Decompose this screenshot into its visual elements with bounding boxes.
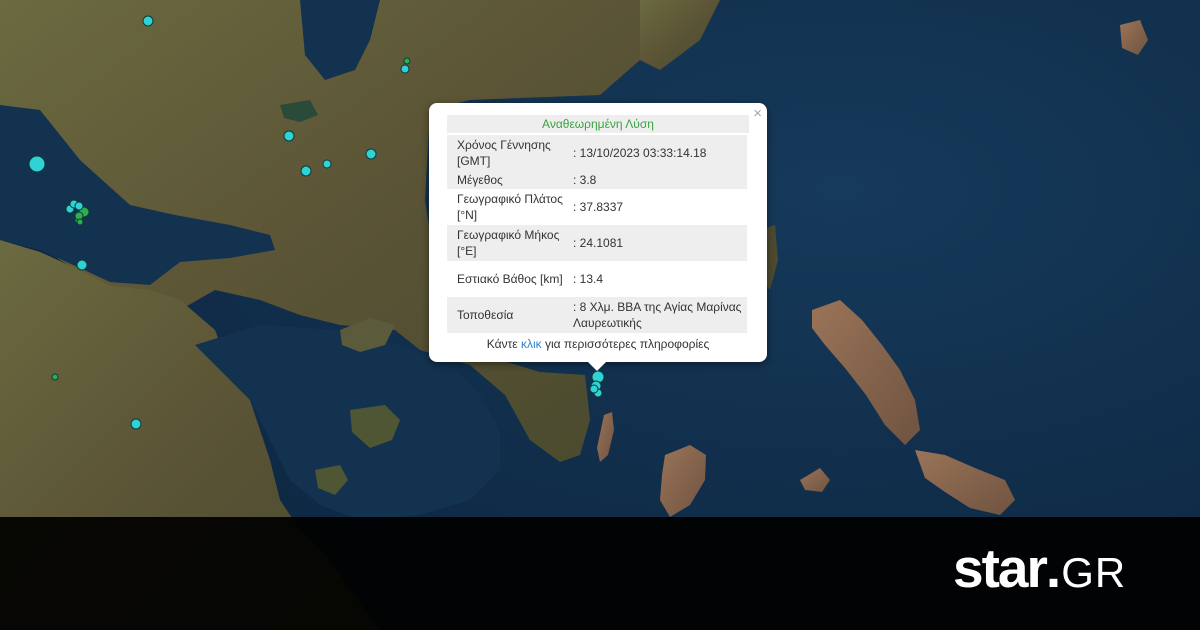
row-value: : 8 Χλμ. ΒΒΑ της Αγίας Μαρίνας Λαυρεωτικ…	[563, 297, 747, 333]
row-label: Εστιακό Βάθος [km]	[457, 272, 563, 286]
row-label: Μέγεθος	[447, 171, 563, 189]
star-gr-logo: star. GR	[953, 538, 1126, 598]
table-row: Γεωγραφικό Πλάτος [°N] : 37.8337	[447, 189, 747, 225]
row-label: Γεωγραφικό Μήκος [°E]	[447, 225, 563, 261]
row-label: Τοποθεσία	[447, 297, 563, 333]
row-label: Χρόνος Γέννησης [GMT]	[447, 135, 563, 171]
row-value: : 13.4	[573, 272, 604, 286]
earthquake-marker[interactable]	[142, 15, 154, 27]
earthquake-marker[interactable]	[403, 57, 411, 65]
table-row: Γεωγραφικό Μήκος [°E] : 24.1081	[447, 225, 747, 261]
popup-pointer	[587, 361, 607, 371]
table-row: Χρόνος Γέννησης [GMT] : 13/10/2023 03:33…	[447, 135, 747, 171]
logo-main: star	[953, 537, 1048, 599]
earthquake-marker[interactable]	[589, 384, 599, 394]
row-label: Γεωγραφικό Πλάτος [°N]	[457, 192, 563, 222]
table-row: Εστιακό Βάθος [km] : 13.4	[447, 261, 747, 297]
row-value: : 13/10/2023 03:33:14.18	[563, 135, 747, 171]
earthquake-marker[interactable]	[365, 148, 377, 160]
popup-footer: Κάντε κλικ για περισσότερες πληροφορίες	[447, 336, 749, 352]
logo-suffix: GR	[1061, 549, 1127, 596]
close-icon[interactable]: ×	[753, 106, 762, 121]
footer-suffix: για περισσότερες πληροφορίες	[541, 337, 710, 351]
earthquake-marker[interactable]	[76, 218, 84, 226]
earthquake-details-table: Χρόνος Γέννησης [GMT] : 13/10/2023 03:33…	[447, 135, 747, 333]
earthquake-marker[interactable]	[130, 418, 142, 430]
earthquake-marker[interactable]	[322, 159, 332, 169]
earthquake-marker[interactable]	[283, 130, 295, 142]
row-value: : 24.1081	[563, 225, 747, 261]
popup-title: Αναθεωρημένη Λύση	[447, 115, 749, 133]
table-row: Τοποθεσία : 8 Χλμ. ΒΒΑ της Αγίας Μαρίνας…	[447, 297, 747, 333]
earthquake-marker[interactable]	[76, 259, 88, 271]
row-value: : 3.8	[563, 171, 747, 189]
more-info-link[interactable]: κλικ	[521, 337, 542, 351]
earthquake-info-popup: × Αναθεωρημένη Λύση Χρόνος Γέννησης [GMT…	[429, 103, 767, 371]
earthquake-marker[interactable]	[74, 201, 84, 211]
footer-prefix: Κάντε	[486, 337, 521, 351]
table-row: Μέγεθος : 3.8	[447, 171, 747, 189]
earthquake-marker[interactable]	[400, 64, 410, 74]
logo-dot: .	[1045, 537, 1062, 599]
earthquake-marker[interactable]	[300, 165, 312, 177]
earthquake-marker[interactable]	[28, 155, 46, 173]
row-value: : 37.8337	[573, 200, 624, 214]
earthquake-marker[interactable]	[51, 373, 59, 381]
